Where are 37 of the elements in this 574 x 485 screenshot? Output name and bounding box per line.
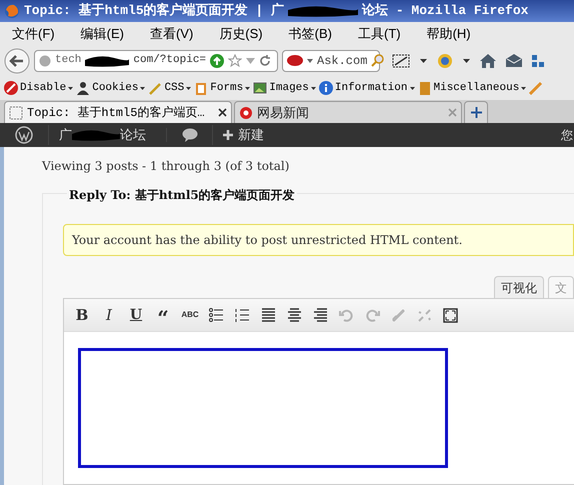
toolbar-menu[interactable]: Cookies [92,80,138,96]
browser-tab[interactable]: 网易新闻 [234,101,462,123]
viewing-text: Viewing 3 posts - 1 through 3 (of 3 total) [42,158,290,175]
menu-item[interactable]: 工具(T) [358,24,401,44]
site-name[interactable]: 广 [59,125,72,145]
tab-title: 网易新闻 [257,104,310,122]
reply-title: Reply To: 基于html5的客户端页面开发 [67,186,297,204]
notice-message: Your account has the ability to post unrestricted HTML content. [63,224,574,256]
menu-item[interactable]: 文件(F) [12,24,55,44]
url-text: tech [55,53,82,68]
address-bar[interactable]: tech com/?topic= [34,50,278,72]
new-button[interactable]: 新建 [212,125,274,145]
underline-button[interactable]: U [126,305,146,325]
italic-button[interactable]: I [99,305,119,325]
toolbar-menu[interactable]: CSS [164,80,184,96]
toolbar-menu[interactable]: Forms [210,80,244,96]
tab-title: Topic: 基于html5的客户端页… [27,104,206,122]
strike-button[interactable]: ABC [180,305,200,325]
account-text[interactable]: 您 [561,126,574,144]
menu-item[interactable]: 历史(S) [219,24,263,44]
search-text: Ask.com [317,52,368,70]
toolbar-menu[interactable]: Miscellaneous [434,80,520,96]
menu-item[interactable]: 帮助(H) [426,24,471,44]
window-title: Topic: 基于html5的客户端页面开发 | 广 [24,2,284,20]
url-text: com/?topic= [133,53,206,68]
bold-button[interactable]: B [72,305,92,325]
toolbar-menu[interactable]: Disable [20,80,66,96]
browser-tab[interactable]: Topic: 基于html5的客户端页… [4,101,232,123]
menu-item[interactable]: 编辑(E) [80,24,124,44]
site-name[interactable]: 论坛 [120,125,146,145]
toolbar-menu[interactable]: Images [269,80,309,96]
menu-item[interactable]: 书签(B) [288,24,332,44]
menu-item[interactable]: 查看(V) [150,24,194,44]
quote-button[interactable]: “ [153,305,173,325]
window-title: 论坛 - Mozilla Firefox [362,2,528,20]
editor-tab[interactable]: 可视化 [494,276,544,298]
toolbar-menu[interactable]: Information [334,80,408,96]
